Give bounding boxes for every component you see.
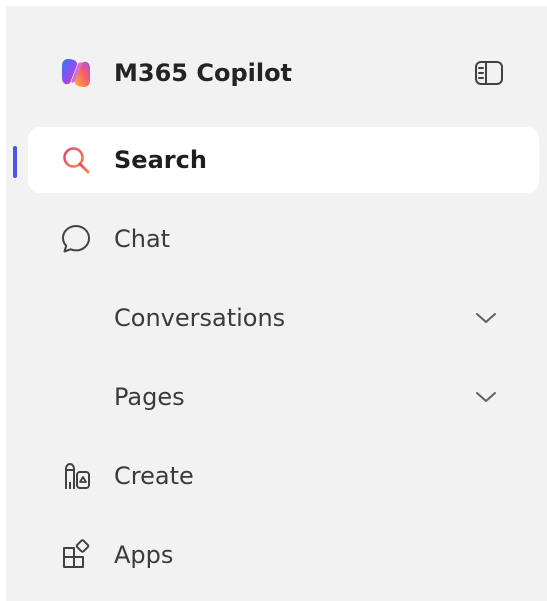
- nav-item-conversations[interactable]: Conversations: [28, 285, 539, 351]
- apps-icon: [60, 539, 92, 571]
- chevron-down-icon: [474, 306, 498, 330]
- nav-label-chat: Chat: [114, 225, 171, 253]
- nav-item-search[interactable]: Search: [28, 127, 539, 193]
- create-icon: [60, 460, 92, 492]
- nav-label-search: Search: [114, 146, 207, 174]
- nav-label-apps: Apps: [114, 541, 174, 569]
- chat-bubble-icon: [60, 223, 92, 255]
- nav-label-pages: Pages: [114, 383, 185, 411]
- nav-label-create: Create: [114, 462, 194, 490]
- nav-label-conversations: Conversations: [114, 304, 286, 332]
- nav-item-apps[interactable]: Apps: [28, 522, 539, 588]
- search-icon: [60, 144, 92, 176]
- nav-item-chat[interactable]: Chat: [28, 206, 539, 272]
- selected-indicator: [13, 146, 17, 178]
- sidebar-header: M365 Copilot: [6, 44, 547, 100]
- chevron-down-icon: [474, 385, 498, 409]
- nav-item-pages[interactable]: Pages: [28, 364, 539, 430]
- sidebar-toggle-icon: [474, 60, 504, 86]
- nav-item-create[interactable]: Create: [28, 443, 539, 509]
- sidebar-toggle-button[interactable]: [472, 57, 506, 89]
- app-title: M365 Copilot: [114, 59, 293, 87]
- copilot-logo-icon: [59, 56, 93, 90]
- copilot-sidebar: M365 Copilot Search Chat Conversations P…: [6, 6, 547, 601]
